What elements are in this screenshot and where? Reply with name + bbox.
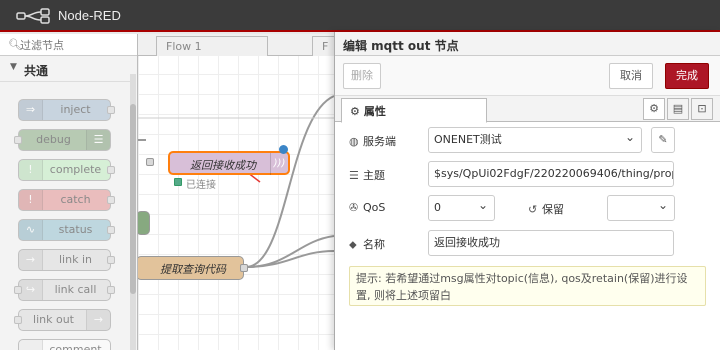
node-output-port[interactable]	[240, 264, 248, 272]
link-icon: ↪	[19, 280, 43, 300]
globe-icon: ◍	[349, 135, 359, 148]
pencil-icon[interactable]: ✎	[651, 127, 675, 153]
node-red-logo-icon	[16, 8, 50, 24]
flow-workspace[interactable]: Flow 1 F 返回接收成功 ))) 已连接 提取查询代码	[138, 34, 334, 350]
app-header: Node-RED	[0, 0, 720, 32]
empire-icon: ✇	[349, 201, 359, 214]
flow-node-partial[interactable]	[138, 211, 150, 235]
qos-row: ✇QoS 0 ↺保留	[335, 195, 720, 221]
category-label: 共通	[24, 64, 49, 78]
pulse-icon: ∿	[19, 220, 43, 240]
description-tab-icon[interactable]: ▤	[667, 98, 689, 120]
palette-node-inject[interactable]: ⇒ inject	[18, 99, 115, 121]
palette-node-link-in[interactable]: → link in	[18, 249, 115, 271]
topic-input[interactable]: $sys/QpUi02FdgF/220220069406/thing/prope…	[428, 161, 674, 187]
settings-tab-icon[interactable]: ⚙	[643, 98, 665, 120]
link-icon: →	[19, 250, 43, 270]
tasks-icon: ☰	[349, 169, 359, 182]
comment-icon	[19, 340, 43, 350]
bug-icon: ☰	[86, 130, 110, 150]
history-icon: ↺	[528, 203, 538, 216]
gear-icon: ⚙	[350, 105, 360, 118]
done-button[interactable]: 完成	[665, 63, 709, 89]
server-select[interactable]: ONENET测试	[428, 127, 642, 153]
flow-node-mqtt-out[interactable]: 返回接收成功 )))	[168, 151, 290, 175]
delete-button[interactable]: 删除	[343, 63, 381, 89]
palette-node-debug[interactable]: debug ☰	[14, 129, 111, 151]
name-row: ⬥ 名称 返回接收成功	[335, 230, 720, 256]
exclamation-icon: !	[19, 190, 43, 210]
palette-category-header[interactable]: ▼ 共通	[0, 56, 130, 82]
palette-node-status[interactable]: ∿ status	[18, 219, 115, 241]
palette-node-catch[interactable]: ! catch	[18, 189, 115, 211]
changed-indicator	[279, 145, 288, 154]
tray-title: 编辑 mqtt out 节点	[343, 39, 459, 53]
check-icon: !	[19, 160, 43, 180]
name-input[interactable]: 返回接收成功	[428, 230, 674, 256]
wifi-icon: )))	[270, 153, 288, 175]
flow-node-function[interactable]: 提取查询代码	[138, 256, 244, 280]
status-dot	[174, 178, 182, 186]
node-status-text: 已连接	[186, 180, 216, 191]
palette-node-link-out[interactable]: link out →	[14, 309, 111, 331]
palette-node-link-call[interactable]: ↪ link call	[14, 279, 115, 301]
retain-select[interactable]	[607, 195, 675, 221]
tray-toolbar: 删除 取消 完成	[335, 56, 720, 96]
palette-node-complete[interactable]: ! complete	[18, 159, 115, 181]
form-tip: 提示: 若希望通过msg属性对topic(信息), qos及retain(保留)…	[349, 266, 706, 306]
flow-wires	[138, 95, 334, 268]
cancel-button[interactable]: 取消	[609, 63, 653, 89]
palette-search-input[interactable]	[20, 36, 130, 54]
edit-tray: 编辑 mqtt out 节点 删除 取消 完成 ⚙ 属性 ⚙ ▤ ⊡ ◍ 服务端 O…	[334, 32, 720, 350]
tag-icon: ⬥	[349, 238, 357, 251]
palette-node-comment[interactable]: comment	[18, 339, 111, 350]
tray-header: 编辑 mqtt out 节点	[335, 32, 720, 56]
node-input-port[interactable]	[146, 158, 154, 166]
node-palette: 🔍︎ ▼ 共通 ⇒ inject debug ☰ ! complete ! ca…	[0, 34, 138, 350]
palette-search: 🔍︎	[0, 34, 137, 56]
tab-properties[interactable]: ⚙ 属性	[341, 98, 487, 123]
link-icon: →	[86, 310, 110, 330]
app-title: Node-RED	[58, 8, 121, 23]
appearance-tab-icon[interactable]: ⊡	[691, 98, 713, 120]
palette-scrollbar[interactable]	[130, 74, 136, 350]
workspace-tabbar: Flow 1 F	[138, 34, 334, 56]
chevron-down-icon: ▼	[10, 62, 17, 72]
arrow-in-icon: ⇒	[19, 100, 43, 120]
tab-flow-2[interactable]: F	[312, 36, 334, 56]
topic-row: ☰ 主题 $sys/QpUi02FdgF/220220069406/thing/p…	[335, 161, 720, 187]
tray-tabs: ⚙ 属性 ⚙ ▤ ⊡	[335, 96, 720, 123]
server-row: ◍服务端 ONENET测试 ✎	[335, 127, 720, 153]
qos-select[interactable]: 0	[428, 195, 495, 221]
tab-flow-1[interactable]: Flow 1	[156, 36, 268, 56]
